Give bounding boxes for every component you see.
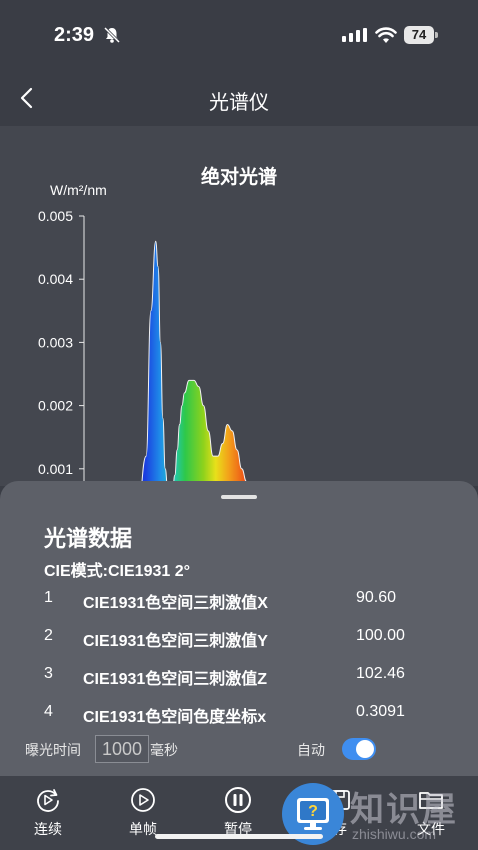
chart-y-ticks: 0.005 0.004 0.003 0.002 0.001 (38, 208, 84, 477)
row-name: CIE1931色空间色度坐标x (83, 709, 267, 726)
battery-tip (435, 32, 438, 38)
tab-continuous[interactable]: 连续 (13, 786, 83, 839)
row-name: CIE1931色空间三刺激值Y (83, 633, 268, 650)
exposure-input[interactable] (95, 735, 149, 763)
row-value: 90.60 (356, 589, 397, 606)
cie-mode: CIE模式:CIE1931 2° (44, 563, 191, 580)
y-tick-label: 0.004 (38, 271, 73, 287)
spectrum-chart: 绝对光谱 W/m²/nm 0.005 0.004 0.003 0.002 0.001 (0, 126, 478, 486)
wifi-icon (375, 27, 397, 43)
exposure-controls: 曝光时间 毫秒 自动 (0, 731, 478, 767)
exposure-unit: 毫秒 (150, 742, 178, 758)
auto-exposure-toggle[interactable] (342, 738, 376, 760)
nav-bar: 光谱仪 (0, 70, 478, 126)
pause-icon (225, 787, 251, 813)
sheet-title: 光谱数据 (44, 526, 133, 551)
row-index: 4 (44, 703, 53, 720)
data-row: 2 CIE1931色空间三刺激值Y 100.00 (0, 619, 478, 657)
sheet-drag-handle[interactable] (221, 495, 257, 499)
row-index: 3 (44, 665, 53, 682)
battery-indicator: 74 (404, 26, 434, 44)
tab-pause[interactable]: 暂停 (203, 786, 273, 839)
y-tick-label: 0.001 (38, 461, 73, 477)
status-time: 2:39 (54, 24, 95, 46)
chart-y-axis-label: W/m²/nm (50, 182, 107, 198)
data-row: 4 CIE1931色空间色度坐标x 0.3091 (0, 695, 478, 733)
spectrum-area (141, 240, 250, 486)
tab-label: 连续 (34, 821, 62, 837)
row-index: 1 (44, 589, 53, 606)
row-value: 102.46 (356, 665, 405, 682)
row-index: 2 (44, 627, 53, 644)
home-indicator (155, 834, 323, 839)
row-name: CIE1931色空间三刺激值X (83, 595, 268, 612)
toggle-knob (356, 740, 374, 758)
data-row: 3 CIE1931色空间三刺激值Z 102.46 (0, 657, 478, 695)
exposure-label: 曝光时间 (25, 742, 81, 758)
spectrum-chart-svg: W/m²/nm 0.005 0.004 0.003 0.002 0.001 (38, 182, 250, 486)
y-tick-label: 0.002 (38, 398, 73, 414)
page-title: 光谱仪 (209, 92, 269, 114)
row-value: 100.00 (356, 627, 405, 644)
watermark-url: zhishiwu.com (352, 826, 437, 842)
y-tick-label: 0.005 (38, 208, 73, 224)
bell-off-icon (103, 26, 121, 44)
row-value: 0.3091 (356, 703, 405, 720)
status-bar: 2:39 74 (0, 0, 478, 70)
continuous-icon (37, 789, 59, 812)
svg-text:?: ? (308, 803, 318, 820)
y-tick-label: 0.003 (38, 334, 73, 350)
auto-label: 自动 (297, 742, 325, 758)
tab-single-frame[interactable]: 单帧 (108, 786, 178, 839)
data-row: 1 CIE1931色空间三刺激值X 90.60 (0, 581, 478, 619)
signal-icon (342, 28, 367, 42)
row-name: CIE1931色空间三刺激值Z (83, 671, 268, 688)
watermark-logo: 知识屋 (350, 790, 458, 830)
play-icon (131, 788, 155, 812)
